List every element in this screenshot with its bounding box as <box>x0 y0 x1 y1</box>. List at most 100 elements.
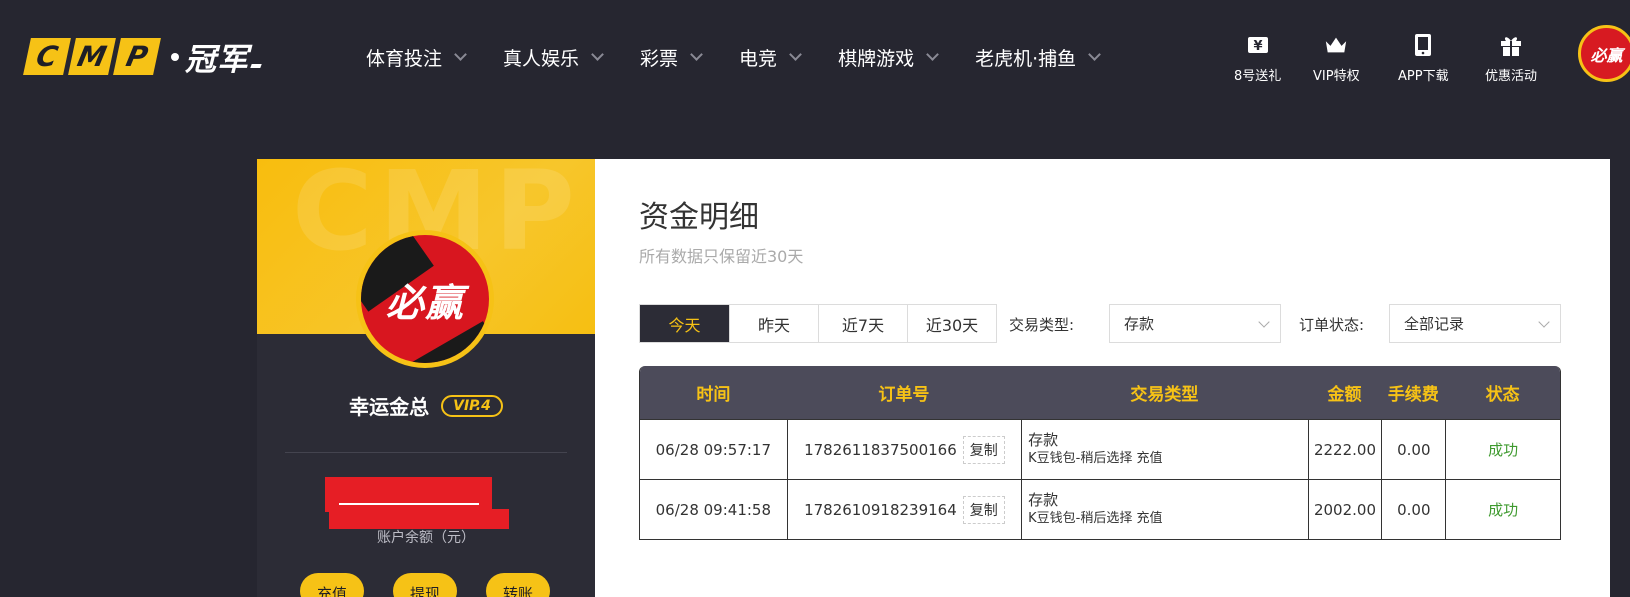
tab-last-30-days[interactable]: 近30天 <box>907 305 996 342</box>
copy-button[interactable]: 复制 <box>962 435 1005 464</box>
fund-details-panel: 资金明细 所有数据只保留近30天 今天 昨天 近7天 近30天 交易类型: 存款… <box>595 159 1610 597</box>
nav-sports[interactable]: 体育投注 <box>366 44 467 71</box>
nav-live-casino[interactable]: 真人娱乐 <box>503 44 604 71</box>
username: 幸运金总 <box>349 395 430 419</box>
order-number: 1782611837500166 <box>804 440 957 459</box>
cell-time: 06/28 09:57:17 <box>655 440 772 459</box>
quick-label: APP下载 <box>1398 69 1449 84</box>
chevron-down-icon <box>1088 47 1101 61</box>
chevron-down-icon <box>454 47 467 61</box>
quick-gift-8[interactable]: ¥ 8号送礼 <box>1234 33 1281 84</box>
tab-today[interactable]: 今天 <box>640 305 729 342</box>
cell-fee: 0.00 <box>1381 480 1445 539</box>
header-type: 交易类型 <box>1130 385 1199 405</box>
order-number: 1782610918239164 <box>804 500 957 519</box>
type-main: 存款 <box>1028 431 1059 450</box>
chevron-down-icon <box>690 47 703 61</box>
top-header: C M P 冠军 体育投注 真人娱乐 彩票 电竞 棋牌游戏 老虎机·捕鱼 ¥ 8… <box>0 0 1630 115</box>
gift-icon <box>1499 33 1523 57</box>
header-order-no: 订单号 <box>878 385 930 405</box>
crown-icon <box>1324 33 1348 57</box>
logo-letter-p: P <box>113 38 161 75</box>
username-row: 幸运金总 VIP.4 <box>257 391 595 420</box>
quick-app-download[interactable]: APP下载 <box>1398 33 1449 84</box>
nav-label: 彩票 <box>640 47 679 70</box>
chevron-down-icon <box>926 47 939 61</box>
withdraw-button[interactable]: 提现 <box>393 573 457 597</box>
chevron-down-icon <box>1258 316 1270 328</box>
cell-amount: 2222.00 <box>1307 420 1382 479</box>
logo-dot <box>171 52 179 61</box>
user-avatar[interactable]: 必赢 <box>1578 25 1630 82</box>
transfer-button[interactable]: 转账 <box>486 573 550 597</box>
cell-order: 1782611837500166 复制 <box>786 420 1021 479</box>
tab-last-7-days[interactable]: 近7天 <box>818 305 907 342</box>
quick-label: VIP特权 <box>1313 69 1360 84</box>
nav-label: 真人娱乐 <box>503 47 580 70</box>
vip-badge[interactable]: VIP.4 <box>441 394 503 417</box>
page-title: 资金明细 <box>639 200 759 235</box>
main-nav: 体育投注 真人娱乐 彩票 电竞 棋牌游戏 老虎机·捕鱼 <box>366 42 1137 72</box>
copy-button[interactable]: 复制 <box>962 495 1005 524</box>
table-header: 时间 订单号 交易类型 金额 手续费 状态 <box>640 366 1560 419</box>
cell-time: 06/28 09:41:58 <box>655 500 772 519</box>
nav-label: 老虎机·捕鱼 <box>975 47 1077 70</box>
quick-vip[interactable]: VIP特权 <box>1313 33 1360 84</box>
wallet-actions: 充值 提现 转账 <box>300 573 550 597</box>
logo-cn-text: 冠军 <box>185 42 249 78</box>
status-filter-label: 订单状态: <box>1299 316 1365 334</box>
table-row: 06/28 09:57:17 1782611837500166 复制 存款 K豆… <box>640 419 1560 479</box>
site-logo[interactable]: C M P 冠军 <box>23 38 262 78</box>
quick-label: 8号送礼 <box>1234 69 1282 84</box>
type-main: 存款 <box>1028 491 1059 510</box>
page-subtitle: 所有数据只保留近30天 <box>639 247 804 266</box>
cell-type: 存款 K豆钱包-稍后选择 充值 <box>1021 420 1307 479</box>
chevron-down-icon <box>789 47 802 61</box>
nav-label: 棋牌游戏 <box>838 47 915 70</box>
status-filter-select[interactable]: 全部记录 <box>1389 304 1561 343</box>
phone-icon <box>1411 33 1435 57</box>
nav-card-games[interactable]: 棋牌游戏 <box>838 44 939 71</box>
tab-yesterday[interactable]: 昨天 <box>729 305 818 342</box>
nav-label: 体育投注 <box>366 47 443 70</box>
header-status: 状态 <box>1485 385 1520 405</box>
logo-letter-m: M <box>68 38 116 75</box>
svg-text:¥: ¥ <box>1253 39 1262 54</box>
nav-slots-fishing[interactable]: 老虎机·捕鱼 <box>975 44 1101 71</box>
type-filter-label: 交易类型: <box>1009 316 1075 334</box>
cell-status: 成功 <box>1445 420 1560 479</box>
transactions-table: 时间 订单号 交易类型 金额 手续费 状态 06/28 09:57:17 178… <box>639 366 1561 540</box>
logo-letter-c: C <box>23 38 71 75</box>
select-value: 全部记录 <box>1404 315 1465 333</box>
type-cell: 存款 K豆钱包-稍后选择 充值 <box>1028 431 1162 467</box>
nav-label: 电竞 <box>739 47 778 70</box>
deposit-button[interactable]: 充值 <box>300 573 364 597</box>
avatar-dark-corner <box>405 321 489 363</box>
nav-esports[interactable]: 电竞 <box>739 44 802 71</box>
cell-amount: 2002.00 <box>1307 480 1382 539</box>
date-range-tabs: 今天 昨天 近7天 近30天 <box>639 304 997 343</box>
header-fee: 手续费 <box>1387 385 1439 405</box>
type-cell: 存款 K豆钱包-稍后选择 充值 <box>1028 491 1162 527</box>
quick-promotions[interactable]: 优惠活动 <box>1485 33 1537 84</box>
header-time: 时间 <box>696 385 731 405</box>
chevron-down-icon <box>591 47 604 61</box>
chevron-down-icon <box>1538 316 1550 328</box>
profile-avatar[interactable]: 必赢 <box>356 230 494 368</box>
nav-lottery[interactable]: 彩票 <box>640 44 703 71</box>
type-detail: K豆钱包-稍后选择 充值 <box>1028 510 1163 526</box>
type-filter-select[interactable]: 存款 <box>1109 304 1281 343</box>
table-row: 06/28 09:41:58 1782610918239164 复制 存款 K豆… <box>640 479 1560 539</box>
header-amount: 金额 <box>1327 385 1362 405</box>
quick-label: 优惠活动 <box>1485 69 1538 84</box>
balance-label: 账户余额（元） <box>377 530 475 546</box>
yen-ticket-icon: ¥ <box>1246 33 1270 57</box>
avatar-text: 必赢 <box>385 280 464 325</box>
divider <box>285 452 567 453</box>
avatar-text: 必赢 <box>1590 45 1623 65</box>
avatar-image: 必赢 <box>361 235 489 363</box>
logo-tail <box>250 63 262 68</box>
redacted-balance-lower <box>329 509 509 529</box>
cell-status: 成功 <box>1445 480 1560 539</box>
type-detail: K豆钱包-稍后选择 充值 <box>1028 450 1163 466</box>
